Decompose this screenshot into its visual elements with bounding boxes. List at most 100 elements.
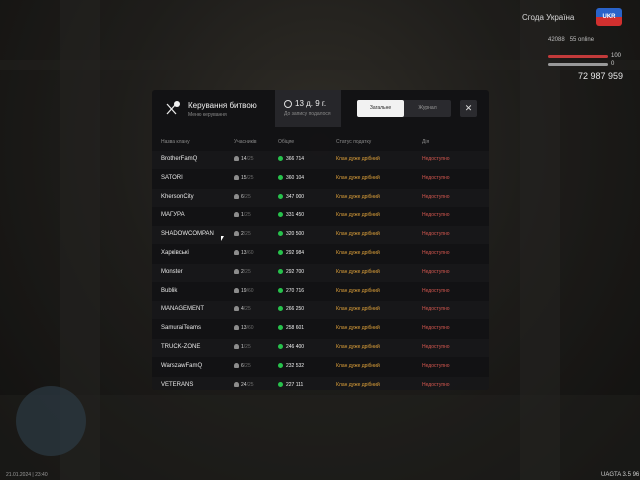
member-total: /25 [246,381,254,388]
person-icon [234,268,239,274]
crossed-swords-icon [166,101,180,115]
table-row[interactable]: Monster 2/25 292 700 Клан дуже дрібний Недос… [152,264,489,282]
person-icon [234,212,239,218]
score: 360 104 [278,174,304,181]
score: 292 700 [278,268,304,275]
score: 266 250 [278,306,304,312]
person-icon [234,156,239,161]
modal-header: Керування битвою Меню керування 13 д. 9 … [152,90,489,127]
hud-stat: 55 online [569,37,595,43]
timer-value: 13 д. 9 г. [295,99,327,108]
table-row[interactable]: SATORI 15/25 360 104 Клан дуже дрібний Недос… [152,170,489,188]
table-row[interactable]: KhersonCity 6/25 347 000 Клан дуже дрібний Н… [152,189,489,207]
clan-name: SATORI [161,174,183,181]
score-dot-icon [278,174,283,180]
modal-title: Керування битвою [188,101,257,110]
score-dot-icon [278,381,283,387]
person-icon [234,306,239,312]
member-count: 1/25 [234,344,251,350]
person-icon [234,325,239,331]
minimap [16,386,86,456]
score-dot-icon [278,362,283,368]
score: 320 500 [278,231,304,237]
clan-name: Bublik [161,287,178,294]
score: 292 984 [278,250,304,256]
clan-name: BrotherFamQ [161,156,198,162]
table-row[interactable]: MANAGEMENT 4/25 266 250 Клан дуже дрібний Не… [152,301,489,319]
tab-general[interactable]: Загальне [357,100,404,117]
member-count: 13/60 [234,325,254,331]
col-score: Обіцяе [278,139,295,145]
server-name: Сгода Україна [522,13,575,22]
score: 347 000 [278,193,304,200]
score-dot-icon [278,250,283,255]
table-row[interactable]: BrotherFamQ 14/25 366 714 Клан дуже дрібний… [152,151,489,169]
member-total: /60 [246,287,254,294]
armor-value: 0 [611,61,615,67]
clan-name: SHADOWCOMPAN [161,231,214,238]
table-row[interactable]: SamuraiTeams 13/60 258 601 Клан дуже дрібни… [152,320,489,338]
action-status: Недоступно [422,212,450,219]
score-value: 270 716 [286,287,305,294]
member-count: 2/25 [234,268,251,275]
score-value: 246 400 [286,344,305,350]
table-row[interactable]: SHADOWCOMPAN 2/25 320 500 Клан дуже дрібний… [152,226,489,244]
score-dot-icon [278,212,283,218]
clan-name: WarszawFamQ [161,362,203,369]
tax-status: Клан дуже дрібний [336,362,380,369]
table-row[interactable]: Bublik 19/60 270 716 Клан дуже дрібний Недос… [152,283,489,301]
tax-status: Клан дуже дрібний [336,231,380,238]
action-status: Недоступно [422,325,450,332]
score-dot-icon [278,287,283,293]
hud-stat: 42088 [548,37,565,43]
member-total: /25 [243,306,251,313]
score-dot-icon [278,325,283,331]
table-row[interactable]: TRUCK-ZONE 1/25 246 400 Клан дуже дрібний Не… [152,339,489,357]
tax-status: Клан дуже дрібний [336,193,380,200]
action-status: Недоступно [422,250,450,256]
tax-status: Клан дуже дрібний [336,325,380,332]
action-status: Недоступно [422,381,450,388]
person-icon [234,250,239,255]
date-time: 21.01.2024 | 23:40 [6,472,48,478]
hud-stats: 42088 55 online [548,37,594,43]
member-count: 6/25 [234,362,251,369]
tax-status: Клан дуже дрібний [336,212,380,219]
table-row[interactable]: Харківські 13/60 292 984 Клан дуже дрібний Н… [152,245,489,263]
action-status: Недоступно [422,231,450,238]
member-count: 6/25 [234,193,251,200]
tax-status: Клан дуже дрібний [336,306,380,313]
person-icon [234,287,239,293]
server-logo: UKR [596,8,622,26]
col-clan-name: Назва клану [161,139,190,145]
clan-name: TRUCK-ZONE [161,344,201,350]
table-row[interactable]: VETERANS 24/25 227 111 Клан дуже дрібний Нед… [152,377,489,390]
table-row[interactable]: WarszawFamQ 6/25 232 532 Клан дуже дрібний Н… [152,358,489,376]
member-total: /25 [243,231,251,238]
member-total: /25 [243,268,251,275]
score: 366 714 [278,156,304,162]
score: 232 532 [278,362,305,369]
fps-counter: 96 [632,472,640,478]
score-value: 320 500 [286,231,305,238]
score-dot-icon [278,156,283,161]
score-value: 292 984 [286,250,305,256]
table-row[interactable]: МАГУРА 1/25 331 450 Клан дуже дрібний Недост… [152,207,489,225]
member-total: /25 [243,344,251,350]
modal-subtitle: Меню керування [188,112,227,118]
score-dot-icon [278,231,283,237]
col-tax-status: Статус податку [336,139,372,145]
health-value: 100 [611,53,622,59]
member-total: /25 [246,174,254,181]
clan-name: VETERANS [161,381,194,388]
action-status: Недоступно [422,362,450,369]
tab-journal[interactable]: Журнал [404,100,451,117]
score-dot-icon [278,306,283,312]
score-value: 232 532 [286,362,305,369]
action-status: Недоступно [422,306,450,313]
tax-status: Клан дуже дрібний [336,156,380,162]
version-fps: UAGTA 3.5 96 [601,472,639,478]
action-status: Недоступно [422,344,450,350]
battle-management-modal: Керування битвою Меню керування 13 д. 9 … [152,90,489,390]
close-icon[interactable]: ✕ [460,100,477,117]
